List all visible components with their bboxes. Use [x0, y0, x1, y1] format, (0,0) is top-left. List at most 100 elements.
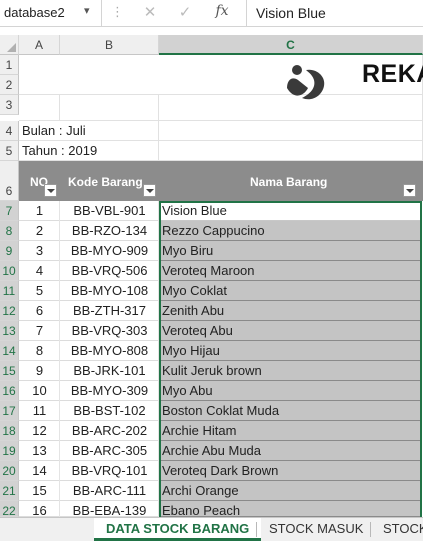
filter-dropdown-icon[interactable]: [403, 184, 416, 197]
cell-no[interactable]: 14: [19, 461, 60, 481]
tab-stock[interactable]: STOCK: [371, 518, 423, 541]
cell-no[interactable]: 1: [19, 201, 60, 221]
tahun-label[interactable]: Tahun : 2019: [19, 141, 159, 161]
cell-no[interactable]: 11: [19, 401, 60, 421]
row-header-17[interactable]: 17: [0, 401, 19, 421]
row-header-11[interactable]: 11: [0, 281, 19, 301]
row-header-18[interactable]: 18: [0, 421, 19, 441]
cell-kode-barang[interactable]: BB-VRQ-506: [60, 261, 159, 281]
cell-nama-barang[interactable]: Myo Hijau: [159, 341, 420, 361]
enter-icon[interactable]: ✓: [173, 3, 197, 23]
bulan-label[interactable]: Bulan : Juli: [19, 121, 159, 141]
column-header-c[interactable]: C: [159, 35, 423, 55]
more-icon: ⋮: [111, 4, 124, 19]
cell-nama-barang[interactable]: Myo Biru: [159, 241, 420, 261]
cell-c4[interactable]: [159, 121, 423, 141]
cell-nama-barang[interactable]: Rezzo Cappucino: [159, 221, 420, 241]
cell-no[interactable]: 7: [19, 321, 60, 341]
row-header-21[interactable]: 21: [0, 481, 19, 501]
cell-no[interactable]: 16: [19, 501, 60, 518]
cell-kode-barang[interactable]: BB-ARC-305: [60, 441, 159, 461]
cell-kode-barang[interactable]: BB-MYO-909: [60, 241, 159, 261]
row-header-1[interactable]: 1: [0, 55, 19, 75]
name-box[interactable]: database2 ▾: [0, 0, 102, 26]
cell-no[interactable]: 2: [19, 221, 60, 241]
row-header-20[interactable]: 20: [0, 461, 19, 481]
row-header-12[interactable]: 12: [0, 301, 19, 321]
cell-kode-barang[interactable]: BB-VRQ-101: [60, 461, 159, 481]
row-header-8[interactable]: 8: [0, 221, 19, 241]
row-header-22[interactable]: 22: [0, 501, 19, 518]
cell-no[interactable]: 3: [19, 241, 60, 261]
row-header-14[interactable]: 14: [0, 341, 19, 361]
row-header-4[interactable]: 4: [0, 121, 19, 141]
header-no[interactable]: NO: [19, 161, 60, 201]
column-header-a[interactable]: A: [19, 35, 60, 55]
column-header-b[interactable]: B: [60, 35, 159, 55]
cell-kode-barang[interactable]: BB-EBA-139: [60, 501, 159, 518]
cell-nama-barang[interactable]: Zenith Abu: [159, 301, 420, 321]
cell-kode-barang[interactable]: BB-VRQ-303: [60, 321, 159, 341]
cell-no[interactable]: 6: [19, 301, 60, 321]
tab-stock-masuk[interactable]: STOCK MASUK: [257, 518, 375, 541]
formula-input[interactable]: Vision Blue: [256, 5, 326, 21]
cell-nama-barang[interactable]: Kulit Jeruk brown: [159, 361, 420, 381]
cell-a3[interactable]: [19, 95, 60, 121]
cell-no[interactable]: 9: [19, 361, 60, 381]
cell-kode-barang[interactable]: BB-ARC-111: [60, 481, 159, 501]
row-header-19[interactable]: 19: [0, 441, 19, 461]
select-all-corner[interactable]: [0, 35, 19, 55]
cell-nama-barang[interactable]: Myo Abu: [159, 381, 420, 401]
cell-no[interactable]: 15: [19, 481, 60, 501]
row-header-5[interactable]: 5: [0, 141, 19, 161]
row-header-2[interactable]: 2: [0, 75, 19, 95]
cell-no[interactable]: 10: [19, 381, 60, 401]
cell-kode-barang[interactable]: BB-MYO-309: [60, 381, 159, 401]
row-header-3[interactable]: 3: [0, 95, 19, 115]
header-nama[interactable]: Nama Barang: [159, 161, 423, 201]
row-header-9[interactable]: 9: [0, 241, 19, 261]
cell-nama-barang[interactable]: Archie Hitam: [159, 421, 420, 441]
cell-nama-barang[interactable]: Veroteq Abu: [159, 321, 420, 341]
row-header-10[interactable]: 10: [0, 261, 19, 281]
chevron-down-icon[interactable]: ▾: [84, 4, 90, 17]
cell-kode-barang[interactable]: BB-MYO-108: [60, 281, 159, 301]
cell-nama-barang[interactable]: Archie Abu Muda: [159, 441, 420, 461]
cell-kode-barang[interactable]: BB-BST-102: [60, 401, 159, 421]
name-box-value: database2: [4, 5, 65, 20]
cell-no[interactable]: 4: [19, 261, 60, 281]
cell-c5[interactable]: [159, 141, 423, 161]
formula-bar: database2 ▾ ⋮ ✕ ✓ fx Vision Blue: [0, 0, 423, 27]
tab-data-stock-barang[interactable]: DATA STOCK BARANG: [94, 518, 262, 541]
cell-nama-barang[interactable]: Veroteq Maroon: [159, 261, 420, 281]
cell-kode-barang[interactable]: BB-ZTH-317: [60, 301, 159, 321]
filter-dropdown-icon[interactable]: [143, 184, 156, 197]
row-header-13[interactable]: 13: [0, 321, 19, 341]
gridline: [158, 201, 159, 531]
cell-kode-barang[interactable]: BB-MYO-808: [60, 341, 159, 361]
row-header-6[interactable]: 6: [0, 161, 19, 201]
cell-nama-barang[interactable]: Myo Coklat: [159, 281, 420, 301]
cell-no[interactable]: 5: [19, 281, 60, 301]
cell-nama-barang[interactable]: Ebano Peach: [159, 501, 420, 518]
cell-no[interactable]: 13: [19, 441, 60, 461]
cell-kode-barang[interactable]: BB-JRK-101: [60, 361, 159, 381]
cell-kode-barang[interactable]: BB-ARC-202: [60, 421, 159, 441]
cell-no[interactable]: 12: [19, 421, 60, 441]
header-kode-label: Kode Barang: [68, 175, 143, 189]
filter-dropdown-icon[interactable]: [44, 184, 57, 197]
cell-kode-barang[interactable]: BB-RZO-134: [60, 221, 159, 241]
cell-kode-barang[interactable]: BB-VBL-901: [60, 201, 159, 221]
cell-nama-barang[interactable]: Veroteq Dark Brown: [159, 461, 420, 481]
cell-no[interactable]: 8: [19, 341, 60, 361]
cell-b3[interactable]: [60, 95, 159, 121]
cancel-icon[interactable]: ✕: [138, 3, 162, 23]
insert-function-icon[interactable]: fx: [210, 3, 234, 23]
header-kode[interactable]: Kode Barang: [60, 161, 159, 201]
cell-nama-barang[interactable]: Boston Coklat Muda: [159, 401, 420, 421]
row-header-7[interactable]: 7: [0, 201, 19, 221]
cell-nama-barang[interactable]: Archi Orange: [159, 481, 420, 501]
row-header-16[interactable]: 16: [0, 381, 19, 401]
cell-nama-barang[interactable]: Vision Blue: [159, 201, 420, 221]
row-header-15[interactable]: 15: [0, 361, 19, 381]
